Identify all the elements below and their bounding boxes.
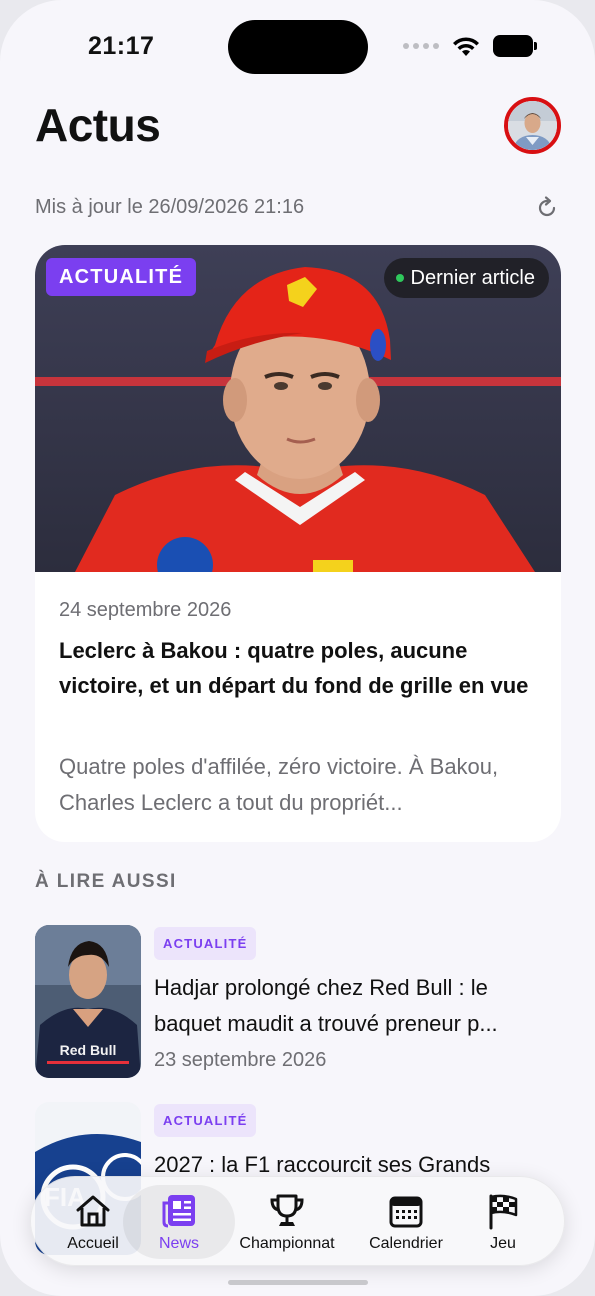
home-indicator[interactable] xyxy=(228,1280,368,1285)
trophy-icon xyxy=(270,1194,304,1226)
status-icons xyxy=(403,35,537,57)
refresh-icon[interactable] xyxy=(534,195,560,221)
profile-avatar[interactable] xyxy=(504,97,561,154)
latest-article-label: Dernier article xyxy=(410,266,535,289)
section-heading: À LIRE AUSSI xyxy=(35,871,177,892)
tab-label: News xyxy=(158,1235,199,1252)
tab-jeu[interactable]: Jeu xyxy=(463,1177,543,1267)
hero-article-excerpt: Quatre poles d'affilée, zéro victoire. À… xyxy=(59,754,499,815)
avatar-photo xyxy=(508,101,557,150)
hero-article-date: 24 septembre 2026 xyxy=(59,599,232,621)
tab-label: Calendrier xyxy=(369,1235,443,1252)
svg-text:Red Bull: Red Bull xyxy=(60,1042,117,1058)
tab-label: Jeu xyxy=(490,1235,516,1252)
tab-bar: Accueil News Championnat Calendrier Jeu xyxy=(30,1176,565,1266)
tab-label: Accueil xyxy=(67,1235,119,1252)
hero-article-title: Leclerc à Bakou : quatre poles, aucune v… xyxy=(59,638,529,698)
hero-category-badge: ACTUALITÉ xyxy=(46,258,197,296)
cellular-signal-icon xyxy=(403,43,439,49)
tab-championnat[interactable]: Championnat xyxy=(231,1177,343,1267)
calendar-icon xyxy=(389,1196,423,1228)
tab-label: Championnat xyxy=(239,1235,335,1252)
article-thumbnail: Red Bull xyxy=(35,925,141,1078)
featured-article-card[interactable]: ACTUALITÉ Dernier article 24 septembre 2… xyxy=(35,245,561,842)
article-title: Hadjar prolongé chez Red Bull : le baque… xyxy=(154,975,498,1036)
tab-accueil[interactable]: Accueil xyxy=(53,1177,133,1267)
last-updated-text: Mis à jour le 26/09/2026 21:16 xyxy=(35,196,305,218)
list-item[interactable]: Red Bull ACTUALITÉ Hadjar prolongé chez … xyxy=(35,925,561,1081)
battery-icon xyxy=(493,35,537,57)
live-dot-icon xyxy=(395,274,404,282)
latest-article-pill: Dernier article xyxy=(383,258,549,298)
tab-news[interactable]: News xyxy=(139,1177,219,1267)
wifi-icon xyxy=(453,37,479,56)
article-date: 23 septembre 2026 xyxy=(154,1049,327,1071)
tab-calendrier[interactable]: Calendrier xyxy=(356,1177,456,1267)
article-category-badge: ACTUALITÉ xyxy=(154,927,257,960)
phone-screen: 21:17 Actus Mis à jour le 26/09/2026 21:… xyxy=(0,0,595,1296)
checkered-flag-icon xyxy=(489,1194,518,1230)
home-icon xyxy=(76,1195,110,1227)
status-time: 21:17 xyxy=(88,32,155,60)
article-category-badge: ACTUALITÉ xyxy=(154,1104,257,1137)
page-title: Actus xyxy=(35,99,161,151)
newspaper-icon xyxy=(162,1195,195,1228)
dynamic-island xyxy=(228,20,368,74)
